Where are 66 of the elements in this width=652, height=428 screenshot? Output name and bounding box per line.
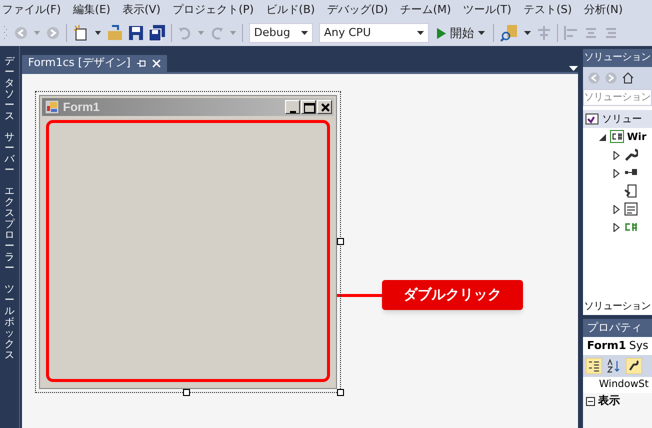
sort-icon[interactable] bbox=[607, 359, 621, 373]
caret-icon bbox=[230, 31, 236, 35]
menu-item[interactable]: チーム(M) bbox=[400, 2, 452, 18]
caret-icon bbox=[34, 31, 40, 35]
close-icon[interactable] bbox=[152, 59, 161, 68]
maximize-icon[interactable] bbox=[302, 101, 315, 113]
expand-arrow-icon[interactable] bbox=[613, 204, 621, 214]
side-tab[interactable]: データソース bbox=[4, 56, 14, 122]
resize-handle[interactable] bbox=[183, 389, 190, 396]
open-folder-icon[interactable] bbox=[107, 25, 123, 41]
menu-item[interactable]: 分析(N) bbox=[584, 2, 623, 18]
save-all-icon[interactable] bbox=[149, 25, 165, 41]
resize-handle[interactable] bbox=[337, 389, 344, 396]
configuration-dropdown[interactable]: Debug bbox=[249, 23, 313, 43]
save-icon[interactable] bbox=[129, 26, 143, 40]
expand-arrow-icon[interactable] bbox=[613, 222, 621, 232]
document-tab[interactable]: Form1cs [デザイン] bbox=[22, 55, 167, 72]
platform-dropdown[interactable]: Any CPU bbox=[319, 23, 429, 43]
find-icon[interactable] bbox=[500, 24, 518, 42]
csharp-file-icon bbox=[624, 220, 638, 234]
solution-icon bbox=[585, 112, 599, 126]
new-project-icon[interactable] bbox=[73, 25, 89, 41]
menu-item[interactable]: ファイル(F) bbox=[2, 2, 61, 18]
csharp-project-icon bbox=[610, 130, 624, 144]
panel-title: プロパティ bbox=[583, 319, 652, 337]
menu-item[interactable]: 表示(V) bbox=[122, 2, 161, 18]
expand-arrow-icon[interactable] bbox=[613, 168, 621, 178]
callout-label: ダブルクリック bbox=[382, 280, 523, 310]
form-file-icon bbox=[624, 202, 638, 216]
object-type: Sys bbox=[629, 338, 648, 354]
side-tab[interactable]: サーバー bbox=[4, 132, 14, 176]
caret-icon bbox=[95, 31, 101, 35]
panel-footer-tab[interactable]: ソリューション bbox=[583, 299, 652, 315]
wrench-icon bbox=[624, 148, 638, 162]
collapse-arrow-icon[interactable] bbox=[599, 132, 607, 142]
form-icon bbox=[45, 100, 59, 114]
form-title: Form1 bbox=[63, 99, 100, 116]
object-name: Form1 bbox=[587, 338, 626, 354]
caret-icon bbox=[417, 31, 424, 35]
tree-item[interactable]: Wir bbox=[627, 130, 646, 144]
start-button[interactable]: 開始 bbox=[435, 24, 487, 42]
side-tab[interactable]: ツールボックス bbox=[4, 284, 14, 361]
config-file-icon bbox=[624, 184, 638, 198]
categorized-icon[interactable] bbox=[586, 358, 602, 374]
menu-item[interactable]: プロジェクト(P) bbox=[172, 2, 254, 18]
menu-item[interactable]: 編集(E) bbox=[72, 2, 110, 18]
pin-icon[interactable] bbox=[136, 59, 146, 68]
panel-title: ソリューション bbox=[583, 49, 652, 67]
expand-arrow-icon[interactable] bbox=[613, 150, 621, 160]
menu-item[interactable]: デバッグ(D) bbox=[326, 2, 388, 18]
properties-icon[interactable] bbox=[626, 358, 642, 374]
search-field[interactable]: ソリューション bbox=[583, 89, 652, 106]
play-icon bbox=[437, 28, 446, 38]
property-category: 表示 bbox=[598, 392, 620, 409]
caret-icon bbox=[524, 31, 531, 35]
home-icon[interactable] bbox=[622, 72, 634, 84]
menu-item[interactable]: ビルド(B) bbox=[266, 2, 315, 18]
collapse-box-icon[interactable] bbox=[586, 396, 595, 406]
menu-item[interactable]: テスト(S) bbox=[523, 2, 572, 18]
menu-item[interactable]: ツール(T) bbox=[463, 2, 512, 18]
caret-icon bbox=[301, 31, 308, 35]
side-tab[interactable]: エクスプローラー bbox=[4, 186, 14, 274]
caret-icon bbox=[198, 31, 204, 35]
caret-icon bbox=[478, 31, 485, 35]
resize-handle[interactable] bbox=[337, 238, 344, 245]
property-name: WindowSt bbox=[583, 377, 652, 393]
